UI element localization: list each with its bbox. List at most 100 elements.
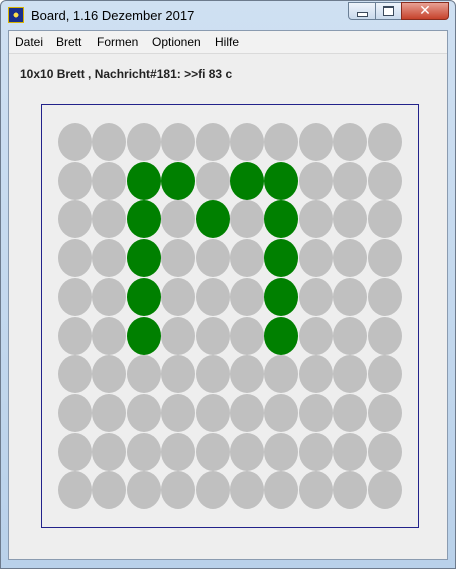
board-cell-on[interactable] [127, 317, 161, 355]
board-cell-off[interactable] [299, 433, 333, 471]
board-cell-off[interactable] [333, 355, 367, 393]
board-cell-off[interactable] [230, 394, 264, 432]
close-button[interactable]: ✕ [401, 2, 449, 20]
board-cell-off[interactable] [161, 433, 195, 471]
board-cell-off[interactable] [264, 394, 298, 432]
board-cell-off[interactable] [127, 123, 161, 161]
board-cell-off[interactable] [161, 123, 195, 161]
board-cell-off[interactable] [58, 355, 92, 393]
board-cell-off[interactable] [368, 123, 402, 161]
board-cell-off[interactable] [230, 355, 264, 393]
board-cell-off[interactable] [299, 239, 333, 277]
board-cell-off[interactable] [368, 433, 402, 471]
board-cell-off[interactable] [92, 471, 126, 509]
board-cell-off[interactable] [299, 200, 333, 238]
board-cell-off[interactable] [196, 123, 230, 161]
board-cell-on[interactable] [196, 200, 230, 238]
board-cell-off[interactable] [333, 471, 367, 509]
board-cell-off[interactable] [58, 200, 92, 238]
board-cell-off[interactable] [196, 433, 230, 471]
board-cell-off[interactable] [230, 123, 264, 161]
board-cell-on[interactable] [161, 162, 195, 200]
board-cell-off[interactable] [299, 123, 333, 161]
board-cell-off[interactable] [368, 471, 402, 509]
board-cell-off[interactable] [230, 433, 264, 471]
menu-datei[interactable]: Datei [15, 35, 43, 49]
board-cell-on[interactable] [264, 162, 298, 200]
board-cell-off[interactable] [230, 200, 264, 238]
board-cell-off[interactable] [368, 394, 402, 432]
board-cell-off[interactable] [264, 355, 298, 393]
board-cell-off[interactable] [92, 394, 126, 432]
board-cell-off[interactable] [299, 355, 333, 393]
maximize-button[interactable] [375, 2, 402, 20]
board-cell-off[interactable] [264, 433, 298, 471]
board-cell-off[interactable] [264, 471, 298, 509]
board-cell-off[interactable] [299, 317, 333, 355]
menu-optionen[interactable]: Optionen [152, 35, 201, 49]
board-cell-off[interactable] [127, 433, 161, 471]
board-cell-off[interactable] [161, 394, 195, 432]
board-cell-off[interactable] [196, 278, 230, 316]
board-cell-on[interactable] [264, 200, 298, 238]
board-cell-off[interactable] [196, 355, 230, 393]
board-cell-on[interactable] [127, 200, 161, 238]
board-cell-off[interactable] [333, 433, 367, 471]
board-cell-off[interactable] [58, 123, 92, 161]
board-cell-off[interactable] [333, 317, 367, 355]
board-cell-off[interactable] [299, 278, 333, 316]
board-cell-off[interactable] [127, 394, 161, 432]
board-cell-off[interactable] [92, 355, 126, 393]
board-cell-off[interactable] [196, 239, 230, 277]
board-cell-off[interactable] [161, 471, 195, 509]
board-cell-off[interactable] [161, 278, 195, 316]
board-cell-off[interactable] [58, 471, 92, 509]
app-icon[interactable] [8, 7, 24, 23]
board-cell-off[interactable] [368, 278, 402, 316]
board-cell-off[interactable] [230, 317, 264, 355]
board-cell-off[interactable] [196, 394, 230, 432]
board-cell-off[interactable] [58, 317, 92, 355]
board-cell-off[interactable] [196, 317, 230, 355]
board-cell-off[interactable] [92, 433, 126, 471]
board-cell-off[interactable] [333, 200, 367, 238]
board-cell-off[interactable] [92, 317, 126, 355]
board-cell-off[interactable] [196, 471, 230, 509]
board-cell-off[interactable] [368, 317, 402, 355]
board-cell-off[interactable] [333, 278, 367, 316]
board-cell-off[interactable] [161, 317, 195, 355]
board-cell-off[interactable] [92, 200, 126, 238]
board-cell-off[interactable] [92, 239, 126, 277]
board-cell-off[interactable] [264, 123, 298, 161]
board-cell-off[interactable] [127, 471, 161, 509]
board-cell-off[interactable] [127, 355, 161, 393]
board-cell-off[interactable] [58, 278, 92, 316]
menu-hilfe[interactable]: Hilfe [215, 35, 239, 49]
board-cell-off[interactable] [92, 278, 126, 316]
board-cell-off[interactable] [161, 355, 195, 393]
board-cell-off[interactable] [58, 239, 92, 277]
board-cell-on[interactable] [264, 317, 298, 355]
board-cell-off[interactable] [161, 239, 195, 277]
board-cell-off[interactable] [230, 278, 264, 316]
minimize-button[interactable] [348, 2, 376, 20]
board-cell-on[interactable] [127, 278, 161, 316]
board-cell-off[interactable] [230, 471, 264, 509]
board-cell-off[interactable] [299, 394, 333, 432]
board-cell-off[interactable] [299, 162, 333, 200]
board-cell-off[interactable] [368, 162, 402, 200]
board-cell-off[interactable] [368, 355, 402, 393]
board-cell-off[interactable] [368, 200, 402, 238]
board-cell-off[interactable] [333, 239, 367, 277]
board-cell-off[interactable] [230, 239, 264, 277]
board-cell-on[interactable] [127, 162, 161, 200]
board-cell-off[interactable] [58, 162, 92, 200]
board-cell-off[interactable] [58, 433, 92, 471]
board-cell-off[interactable] [333, 162, 367, 200]
board-cell-off[interactable] [333, 123, 367, 161]
board-cell-off[interactable] [92, 123, 126, 161]
board-cell-off[interactable] [92, 162, 126, 200]
board-cell-off[interactable] [299, 471, 333, 509]
board-cell-off[interactable] [58, 394, 92, 432]
board-cell-on[interactable] [264, 278, 298, 316]
